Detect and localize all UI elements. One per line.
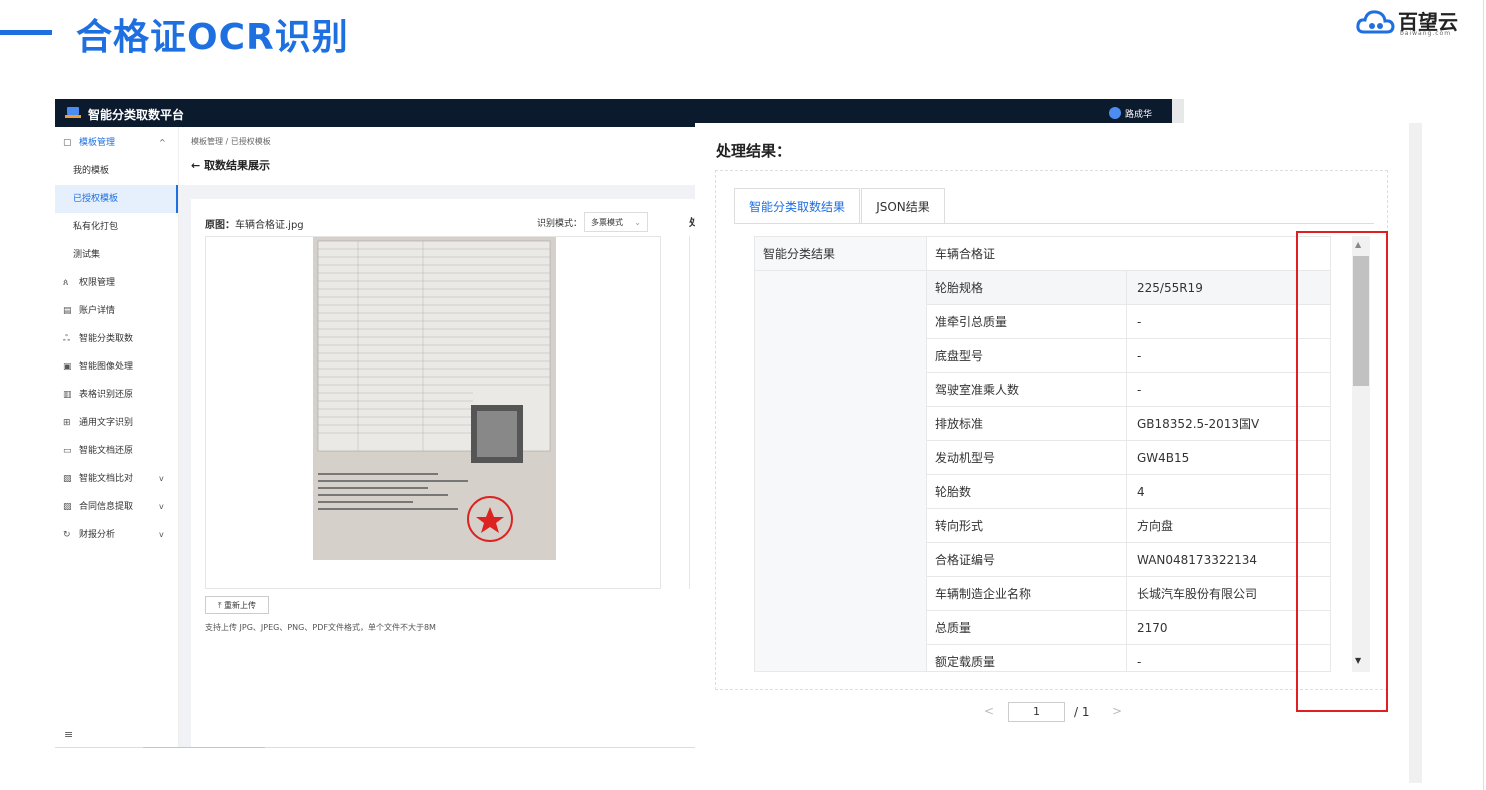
table-row: 驾驶室准乘人数 - — [927, 373, 1330, 407]
breadcrumb: 模板管理 / 已授权模板 — [191, 136, 271, 147]
contract-icon: ▨ — [63, 502, 72, 512]
category-label: 智能分类结果 — [755, 237, 927, 270]
table-icon: ▥ — [63, 390, 72, 400]
chevron-down-icon: ⌄ — [634, 218, 641, 227]
sidebar-item-test-set[interactable]: 测试集 — [55, 241, 178, 269]
sidebar-item-authorized-templates[interactable]: 已授权模板 — [55, 185, 178, 213]
prev-page-button[interactable]: < — [984, 704, 994, 718]
sidebar-item-report[interactable]: ↻ 财报分析 v — [55, 521, 178, 549]
table-row: 总质量 2170 — [927, 611, 1330, 645]
original-image-label: 原图：车辆合格证.jpg — [205, 220, 304, 231]
table-row: 底盘型号 - — [927, 339, 1330, 373]
sidebar-item-permissions[interactable]: ጰ 权限管理 — [55, 269, 178, 297]
table-row: 排放标准 GB18352.5-2013国V — [927, 407, 1330, 441]
table-row: 转向形式 方向盘 — [927, 509, 1330, 543]
cloud-logo-icon — [1356, 10, 1395, 34]
table-row: 准牵引总质量 - — [927, 305, 1330, 339]
image-icon: ▣ — [63, 362, 72, 372]
user-icon: ጰ — [63, 278, 69, 288]
result-table: 智能分类结果 车辆合格证 轮胎规格 225/55R19 准牵引总质量 - 底盘型号 -… — [754, 236, 1331, 672]
back-arrow-icon[interactable]: ← — [191, 159, 200, 172]
table-row: 合格证编号 WAN048173322134 — [927, 543, 1330, 577]
table-row: 额定载质量 - — [927, 645, 1330, 671]
sidebar: ▢ 模板管理 ^ 我的模板 已授权模板 私有化打包 测试集 ጰ 权限管理 ▤ 账户详… — [55, 127, 179, 747]
upload-hint: 支持上传 JPG、JPEG、PNG、PDF文件格式，单个文件不大于8M — [205, 623, 436, 632]
highlight-box — [1296, 231, 1388, 712]
sidebar-item-image[interactable]: ▣ 智能图像处理 — [55, 353, 178, 381]
certificate-image — [313, 237, 556, 560]
page-total: / 1 — [1074, 705, 1090, 719]
tab-classify-result[interactable]: 智能分类取数结果 — [734, 188, 860, 224]
table-row: 轮胎规格 225/55R19 — [927, 271, 1330, 305]
page-title-text: 取数结果展示 — [204, 159, 271, 172]
sidebar-item-my-templates[interactable]: 我的模板 — [55, 157, 178, 185]
app-name: 智能分类取数平台 — [88, 108, 185, 122]
breadcrumb-sep: / — [225, 137, 229, 146]
table-row: 发动机型号 GW4B15 — [927, 441, 1330, 475]
sidebar-item-doc-compare[interactable]: ▧ 智能文档比对 v — [55, 465, 178, 493]
panel-scrollbar[interactable] — [1409, 123, 1422, 783]
page-title: ← 取数结果展示 — [191, 157, 270, 173]
table-row: 车辆制造企业名称 长城汽车股份有限公司 — [927, 577, 1330, 611]
table-row: 轮胎数 4 — [927, 475, 1330, 509]
reupload-button[interactable]: ⤒ 重新上传 — [205, 596, 269, 614]
sidebar-item-private-pack[interactable]: 私有化打包 — [55, 213, 178, 241]
sitemap-icon: ஃ — [63, 334, 71, 344]
sidebar-item-text[interactable]: ⊞ 通用文字识别 — [55, 409, 178, 437]
progress-accent — [143, 747, 265, 748]
category-value: 车辆合格证 — [935, 247, 996, 261]
report-icon: ↻ — [63, 530, 71, 540]
collapse-menu-icon[interactable]: ≡ — [64, 728, 73, 741]
account-icon: ▤ — [63, 306, 72, 316]
breadcrumb-current: 已授权模板 — [230, 137, 271, 146]
mode-label: 识别模式： — [537, 219, 583, 229]
next-page-button[interactable]: > — [1112, 704, 1122, 718]
platform-logo-icon — [65, 107, 81, 118]
sidebar-item-account[interactable]: ▤ 账户详情 — [55, 297, 178, 325]
category-cell — [755, 237, 927, 671]
sidebar-item-contract[interactable]: ▨ 合同信息提取 v — [55, 493, 178, 521]
user-name[interactable]: 路成华 — [1125, 107, 1152, 120]
result-title: 处理结果： — [716, 142, 792, 160]
chevron-down-icon: v — [159, 474, 164, 483]
sidebar-item-doc-restore[interactable]: ▭ 智能文档还原 — [55, 437, 178, 465]
table-row: 智能分类结果 车辆合格证 — [755, 237, 1330, 271]
text-icon: ⊞ — [63, 418, 71, 428]
doc-restore-icon: ▭ — [63, 446, 72, 456]
sidebar-item-table[interactable]: ▥ 表格识别还原 — [55, 381, 178, 409]
chevron-down-icon: v — [159, 502, 164, 511]
page-number-input[interactable]: 1 — [1008, 702, 1065, 722]
chevron-down-icon: v — [159, 530, 164, 539]
slide-title: 合格证OCR识别 — [76, 17, 349, 58]
document-icon: ▢ — [63, 138, 72, 148]
original-file-name: 车辆合格证.jpg — [235, 220, 304, 231]
sidebar-item-template-mgmt[interactable]: ▢ 模板管理 ^ — [55, 129, 178, 157]
tab-underline — [734, 223, 1374, 224]
chevron-up-icon: ^ — [159, 138, 166, 147]
breadcrumb-root[interactable]: 模板管理 — [191, 137, 223, 146]
mode-select[interactable]: 多票模式 ⌄ — [584, 212, 648, 232]
title-accent-bar — [0, 30, 52, 35]
user-avatar[interactable] — [1109, 107, 1121, 119]
compare-icon: ▧ — [63, 474, 72, 484]
slide-edge — [1483, 0, 1484, 790]
sidebar-item-classify[interactable]: ஃ 智能分类取数 — [55, 325, 178, 353]
tab-json-result[interactable]: JSON结果 — [861, 188, 945, 224]
logo-subtext: baiwang.com — [1400, 30, 1452, 37]
